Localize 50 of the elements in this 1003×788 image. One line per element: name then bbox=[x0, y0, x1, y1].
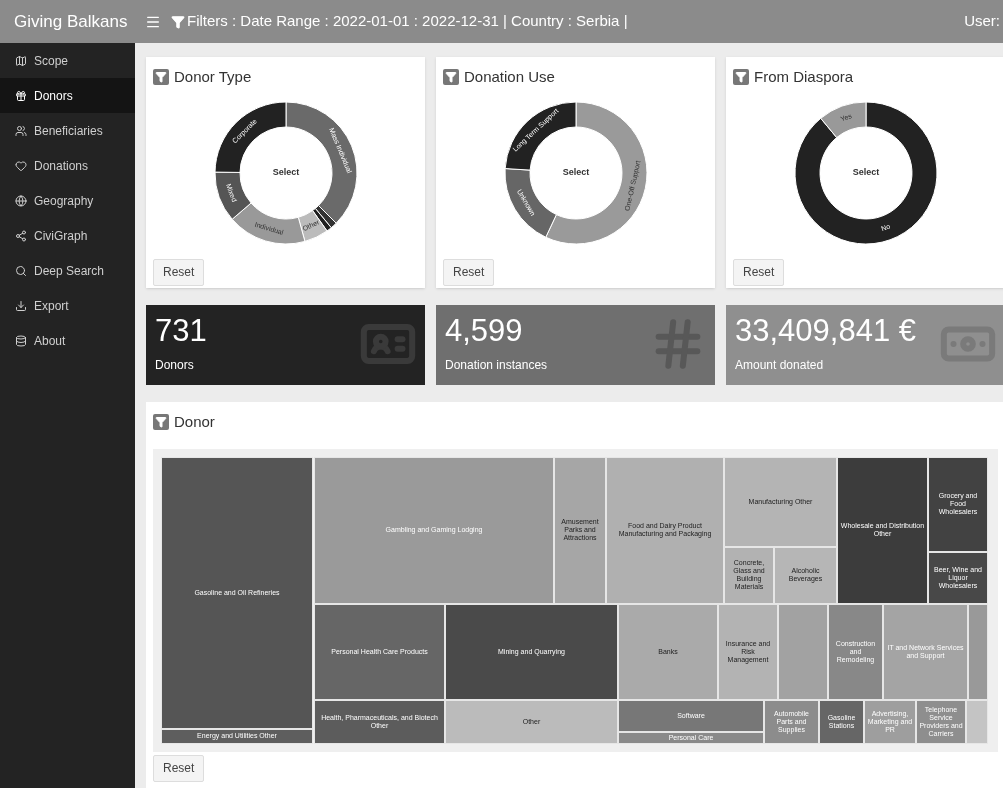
card-title: From Diaspora bbox=[754, 67, 854, 87]
reset-button[interactable]: Reset bbox=[443, 258, 495, 286]
user-label: User: bbox=[964, 11, 1001, 32]
sidebar-item[interactable]: Donors bbox=[0, 78, 135, 113]
sidebar-item[interactable]: Export bbox=[0, 288, 135, 323]
treemap-tile[interactable] bbox=[968, 603, 988, 700]
filters-summary: Filters : Date Range : 2022-01-01 : 2022-12-31 | Country : Serbia | bbox=[187, 11, 628, 32]
stat-value: 33,409,841 € bbox=[735, 312, 916, 350]
donut-center-label: Select bbox=[272, 166, 299, 177]
globe-icon bbox=[15, 194, 27, 207]
filter-icon[interactable] bbox=[153, 414, 169, 431]
donut-segment[interactable] bbox=[794, 101, 937, 244]
share-icon bbox=[15, 229, 27, 242]
brand-name: Giving Balkans bbox=[13, 10, 129, 33]
filter-icon bbox=[171, 14, 185, 29]
sidebar-item[interactable]: CiviGraph bbox=[0, 218, 135, 253]
sidebar-item[interactable]: Donations bbox=[0, 148, 135, 183]
sidebar-item[interactable]: Scope bbox=[0, 43, 135, 78]
reset-button[interactable]: Reset bbox=[733, 258, 785, 286]
stat-value: 4,599 bbox=[445, 312, 523, 350]
stat-label: Donation instances bbox=[445, 357, 548, 374]
sidebar-item[interactable]: About bbox=[0, 323, 135, 358]
stat-value: 731 bbox=[155, 312, 207, 350]
filter-icon[interactable] bbox=[443, 69, 459, 86]
treemap-tile[interactable] bbox=[778, 603, 828, 700]
database-icon bbox=[15, 334, 27, 347]
users-icon bbox=[15, 124, 27, 137]
donut-segment[interactable] bbox=[214, 171, 252, 220]
sidebar-item[interactable]: Deep Search bbox=[0, 253, 135, 288]
search-icon bbox=[15, 264, 27, 277]
filter-icon[interactable] bbox=[153, 69, 169, 86]
stat-label: Amount donated bbox=[735, 357, 824, 374]
panel-title: Donor bbox=[174, 412, 215, 432]
filter-icon[interactable] bbox=[733, 69, 749, 86]
donut-segment[interactable] bbox=[819, 101, 866, 138]
card-title: Donor Type bbox=[174, 67, 252, 87]
reset-button[interactable]: Reset bbox=[153, 258, 205, 286]
donut-center-label: Select bbox=[562, 166, 589, 177]
treemap-tile[interactable] bbox=[966, 699, 988, 744]
heart-icon bbox=[15, 159, 27, 172]
sidebar-item[interactable]: Geography bbox=[0, 183, 135, 218]
gift-icon bbox=[15, 89, 27, 102]
donut-center-label: Select bbox=[852, 166, 879, 177]
download-icon bbox=[15, 299, 27, 312]
stat-label: Donors bbox=[155, 357, 194, 374]
sidebar-item[interactable]: Beneficiaries bbox=[0, 113, 135, 148]
donut-segment[interactable] bbox=[231, 202, 305, 244]
card-title: Donation Use bbox=[464, 67, 555, 87]
reset-button[interactable]: Reset bbox=[153, 754, 205, 782]
map-icon bbox=[15, 54, 27, 67]
